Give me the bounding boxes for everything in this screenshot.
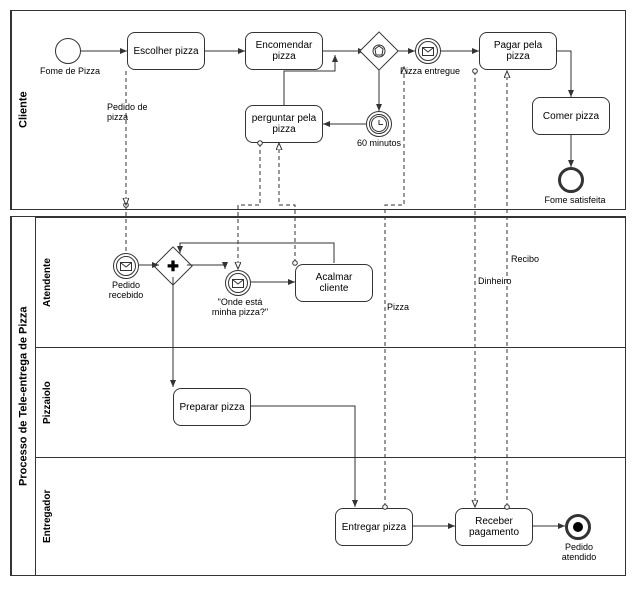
event-pedido-recebido [113,253,139,279]
envelope-icon [226,271,250,295]
end-event-fome-satisfeita [558,167,584,193]
terminate-icon [573,522,583,532]
end-event-label: Fome satisfeita [535,196,615,206]
pool-label-tele: Processo de Tele-entrega de Pizza [11,217,35,575]
pool-label-cliente: Cliente [11,11,35,209]
clock-icon [371,116,387,132]
end-event-atendido-label: Pedido atendido [549,543,609,563]
task-entregar: Entregar pizza [335,508,413,546]
pool-tele-entrega: Processo de Tele-entrega de Pizza [10,216,626,576]
start-event-fome [55,38,81,64]
pool-cliente: Cliente [10,10,626,210]
lane-entregador: Entregar pizza Receber pagamento Pedido … [59,458,625,575]
task-receber: Receber pagamento [455,508,533,546]
event-timer [366,111,392,137]
task-perguntar: perguntar pela pizza [245,105,323,143]
lane-pizzaiolo: Preparar pizza [59,348,625,457]
end-event-pedido-atendido [565,514,591,540]
task-escolher: Escolher pizza [127,32,205,70]
task-acalmar: Acalmar cliente [295,264,373,302]
gateway-event [359,31,399,71]
task-pagar: Pagar pela pizza [479,32,557,70]
lane-cliente-body: Fome de Pizza Escolher pizza Encomendar … [35,11,625,209]
msg-pedido-label: Pedido de pizza [107,103,163,123]
gateway-parallel: ✚ [153,246,193,286]
lane-atendente: Pedido recebido ✚ "Onde está minha pizza… [59,218,625,347]
task-preparar: Preparar pizza [173,388,251,426]
task-comer: Comer pizza [532,97,610,135]
event-entregue-label: Pizza entregue [395,67,465,77]
event-onde-esta [225,270,251,296]
lane-label-atendente: Atendente [35,218,59,347]
envelope-icon [114,254,138,278]
start-event-label: Fome de Pizza [35,67,105,77]
event-timer-label: 60 minutos [349,139,409,149]
task-encomendar: Encomendar pizza [245,32,323,70]
event-pizza-entregue [415,38,441,64]
event-recebido-label: Pedido recebido [99,281,153,301]
plus-icon: ✚ [160,253,186,279]
lane-label-entregador: Entregador [35,458,59,575]
lane-label-pizzaiolo: Pizzaiolo [35,348,59,457]
envelope-icon [416,39,440,63]
event-onde-label: "Onde está minha pizza?" [203,298,277,318]
